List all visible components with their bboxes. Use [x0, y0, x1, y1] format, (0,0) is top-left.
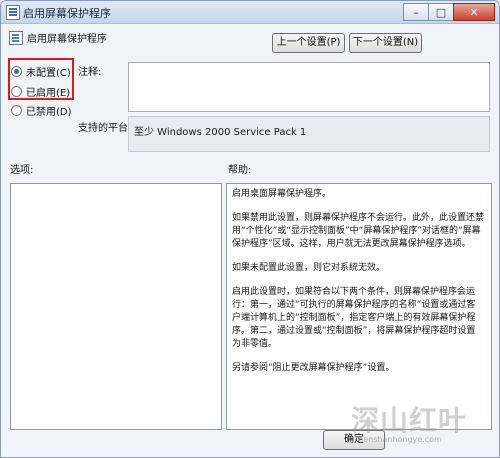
supported-platform-value: 至少 Windows 2000 Service Pack 1 [134, 127, 307, 138]
policy-icon [9, 31, 23, 45]
window-controls: – □ ✕ [403, 3, 495, 21]
comment-field[interactable] [128, 62, 490, 112]
radio-label: 已禁用(D) [26, 107, 72, 118]
help-paragraph: 启用桌面屏幕保护程序。 [232, 189, 332, 199]
previous-setting-button[interactable]: 上一个设置(P) [272, 33, 345, 53]
policy-app-icon [6, 5, 20, 20]
radio-not-configured[interactable]: 未配置(C) [11, 64, 71, 79]
help-paragraph: 另请参阅“阻止更改屏幕保护程序”设置。 [232, 363, 395, 373]
next-setting-button[interactable]: 下一个设置(N) [349, 33, 422, 53]
help-paragraph: 启用此设置时，如果符合以下两个条件，则屏幕保护程序会运行：第一，通过“可执行的屏… [232, 287, 476, 349]
close-button[interactable]: ✕ [453, 3, 495, 21]
help-label: 帮助: [228, 165, 252, 176]
help-paragraph: 如果禁用此设置，则屏幕保护程序不会运行。此外，此设置还禁用“个性化”或“显示控制… [232, 213, 485, 249]
radio-selected-icon [11, 66, 22, 77]
minimize-button[interactable]: – [403, 3, 429, 21]
help-text: 启用桌面屏幕保护程序。 如果禁用此设置，则屏幕保护程序不会运行。此外，此设置还禁… [232, 188, 484, 386]
maximize-button[interactable]: □ [428, 3, 454, 21]
comment-label: 注释: [78, 67, 102, 78]
radio-disabled[interactable]: 已禁用(D) [11, 103, 72, 118]
radio-unselected-icon [11, 86, 22, 97]
help-paragraph: 如果未配置此设置，则它对系统无效。 [232, 263, 386, 273]
radio-label: 未配置(C) [26, 68, 71, 79]
help-panel[interactable]: 启用桌面屏幕保护程序。 如果禁用此设置，则屏幕保护程序不会运行。此外，此设置还禁… [226, 183, 492, 430]
window-title: 启用屏幕保护程序 [23, 7, 111, 20]
radio-unselected-icon [11, 105, 22, 116]
supported-platform-label: 支持的平台: [78, 123, 132, 134]
radio-enabled[interactable]: 已启用(E) [11, 84, 70, 99]
options-panel[interactable] [10, 183, 222, 430]
ok-button[interactable]: 确定 [323, 430, 385, 450]
supported-platform-box: 至少 Windows 2000 Service Pack 1 [128, 116, 490, 152]
title-bar[interactable]: 启用屏幕保护程序 – □ ✕ [1, 1, 499, 24]
policy-name: 启用屏幕保护程序 [27, 34, 107, 45]
policy-dialog: 启用屏幕保护程序 – □ ✕ 启用屏幕保护程序 上一个设置(P) 下一个设置(N… [0, 0, 500, 458]
options-label: 选项: [10, 165, 34, 176]
radio-label: 已启用(E) [26, 88, 71, 99]
